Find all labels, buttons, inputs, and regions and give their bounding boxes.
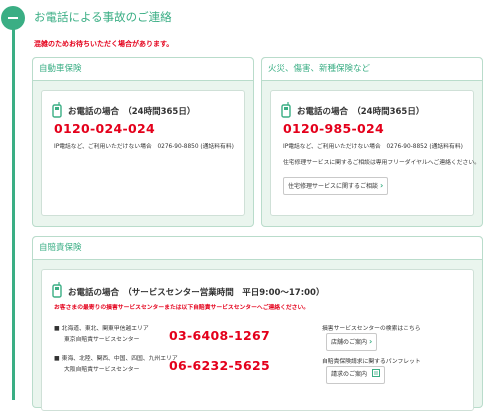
phone-icon bbox=[52, 282, 62, 298]
phone-icon bbox=[281, 102, 291, 118]
auto-ip-note: IP電話など、ご利用いただけない場合 0276-90-8850 (通話料有料) bbox=[54, 144, 234, 150]
branch-guide-label: 店舗のご案内 bbox=[331, 339, 368, 346]
collapse-toggle-button[interactable] bbox=[1, 6, 25, 30]
pamphlet-text: 自賠責保険請求に関するパンフレット bbox=[322, 359, 421, 365]
east-center-name: 東京自賠責サービスセンター bbox=[64, 337, 140, 343]
branch-search-text: 損害サービスセンターの検索はこちら bbox=[322, 326, 421, 332]
east-area-label: ■ 北海道、東北、関東甲信越エリア bbox=[54, 325, 149, 332]
fire-contact-card: お電話の場合 （24時間365日） 0120-985-024 IP電話など、ご利… bbox=[270, 90, 480, 216]
east-tel-number[interactable]: 03-6408-1267 bbox=[169, 328, 270, 343]
jibaiseki-tel-heading: お電話の場合 （サービスセンター営業時間 平日9:00～17:00） bbox=[68, 288, 325, 298]
bullet-icon: ■ bbox=[54, 355, 60, 362]
fire-tel-heading: お電話の場合 （24時間365日） bbox=[297, 107, 425, 117]
auto-tel-number[interactable]: 0120-024-024 bbox=[54, 121, 155, 136]
west-center-name: 大阪自賠責サービスセンター bbox=[64, 367, 140, 373]
auto-tel-heading: お電話の場合 （24時間365日） bbox=[68, 107, 196, 117]
panel-jibaiseki-title: 自賠責保険 bbox=[33, 237, 482, 260]
phone-icon bbox=[52, 102, 62, 118]
claim-guide-button[interactable]: 請求のご案内 bbox=[326, 366, 385, 384]
busy-notice: 混雑のためお待ちいただく場合があります。 bbox=[34, 40, 174, 48]
west-area-label: ■ 東海、北陸、関西、中国、四国、九州エリア bbox=[54, 355, 178, 362]
panel-auto-insurance: 自動車保険 お電話の場合 （24時間365日） 0120-024-024 IP電… bbox=[32, 57, 254, 227]
panel-fire-title: 火災、傷害、新種保険など bbox=[262, 58, 482, 81]
fire-ip-note: IP電話など、ご利用いただけない場合 0276-90-8852 (通話料有料) bbox=[283, 144, 463, 150]
jibaiseki-notice: お客さまの最寄りの損害サービスセンターまたは以下自賠責サービスセンターへご連絡く… bbox=[54, 305, 310, 311]
panel-jibaiseki: 自賠責保険 お電話の場合 （サービスセンター営業時間 平日9:00～17:00）… bbox=[32, 236, 483, 411]
section-title: お電話による事故のご連絡 bbox=[34, 10, 172, 24]
panel-fire-insurance: 火災、傷害、新種保険など お電話の場合 （24時間365日） 0120-985-… bbox=[261, 57, 483, 227]
minus-icon bbox=[8, 17, 18, 19]
timeline-rail bbox=[12, 20, 15, 400]
west-tel-number[interactable]: 06-6232-5625 bbox=[169, 358, 270, 373]
auto-contact-card: お電話の場合 （24時間365日） 0120-024-024 IP電話など、ご利… bbox=[41, 90, 245, 216]
jibaiseki-contact-card: お電話の場合 （サービスセンター営業時間 平日9:00～17:00） お客さまの… bbox=[41, 269, 474, 411]
panel-auto-title: 自動車保険 bbox=[33, 58, 253, 81]
repair-consult-button[interactable]: 住宅修理サービスに関するご相談 › bbox=[283, 177, 389, 195]
bullet-icon: ■ bbox=[54, 325, 60, 332]
chevron-right-icon: › bbox=[369, 337, 373, 346]
claim-guide-label: 請求のご案内 bbox=[331, 371, 368, 378]
document-icon bbox=[371, 369, 380, 377]
branch-guide-button[interactable]: 店舗のご案内 › bbox=[326, 333, 378, 351]
fire-tel-number[interactable]: 0120-985-024 bbox=[283, 121, 384, 136]
fire-repair-note: 住宅修理サービスに関するご相談は専用フリーダイヤルへご連絡ください。 bbox=[283, 160, 480, 166]
chevron-right-icon: › bbox=[380, 181, 384, 190]
repair-consult-label: 住宅修理サービスに関するご相談 bbox=[288, 183, 379, 190]
